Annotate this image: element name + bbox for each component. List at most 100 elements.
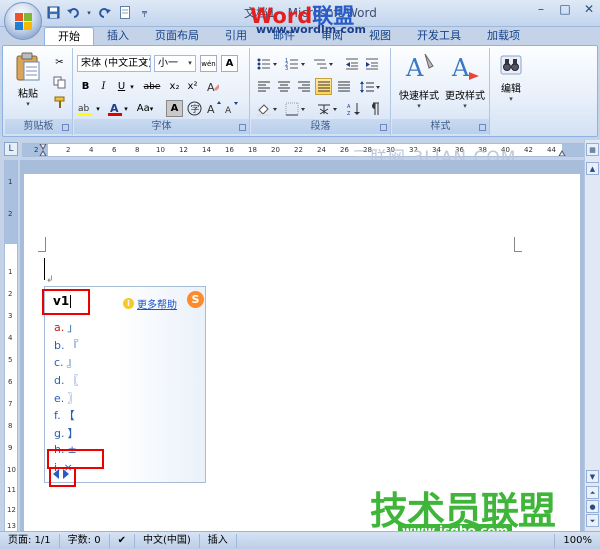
strikethrough-button[interactable]: abe bbox=[140, 78, 164, 95]
list-item[interactable]: a.」 bbox=[54, 319, 78, 337]
show-marks-icon[interactable] bbox=[365, 100, 382, 117]
save-icon[interactable] bbox=[46, 5, 61, 20]
group-editing: 编辑 ▾ bbox=[491, 48, 531, 135]
grow-font-icon[interactable]: A bbox=[206, 100, 223, 117]
highlight-icon[interactable]: ab bbox=[77, 100, 94, 117]
tab-references[interactable]: 引用 bbox=[212, 27, 260, 46]
redo-icon[interactable] bbox=[97, 5, 112, 20]
browse-object-icon[interactable]: ● bbox=[586, 500, 599, 513]
underline-dropdown-icon[interactable]: ▾ bbox=[128, 78, 136, 95]
svg-text:A: A bbox=[347, 104, 351, 110]
cut-icon[interactable]: ✂ bbox=[51, 54, 68, 71]
change-styles-icon: A bbox=[451, 54, 479, 82]
font-color-icon[interactable]: A bbox=[106, 100, 123, 117]
status-insert-mode[interactable]: 插入 bbox=[200, 533, 237, 548]
list-item[interactable]: b. 『 bbox=[54, 337, 78, 355]
list-item[interactable]: f. 【 bbox=[54, 407, 78, 425]
list-item[interactable]: e. 〗 bbox=[54, 390, 78, 408]
line-spacing-icon[interactable] bbox=[357, 78, 383, 95]
shading-icon[interactable] bbox=[255, 100, 281, 117]
font-color-dropdown-icon[interactable]: ▾ bbox=[122, 100, 130, 117]
copy-icon[interactable] bbox=[51, 74, 68, 91]
font-launcher-icon[interactable] bbox=[239, 124, 246, 131]
char-shading-button[interactable]: A bbox=[166, 100, 183, 117]
next-page-icon[interactable]: ⏷ bbox=[586, 514, 599, 527]
subscript-button[interactable]: x₂ bbox=[166, 78, 183, 95]
status-page[interactable]: 页面: 1/1 bbox=[0, 533, 60, 548]
quick-styles-button[interactable]: A 快速样式 ▾ bbox=[396, 52, 442, 110]
italic-button[interactable]: I bbox=[95, 78, 112, 95]
ruler-toggle-icon[interactable]: ▦ bbox=[586, 143, 599, 156]
status-words[interactable]: 字数: 0 bbox=[60, 533, 110, 548]
list-item[interactable]: c.』 bbox=[54, 354, 78, 372]
tab-addins[interactable]: 加载项 bbox=[474, 27, 533, 46]
crop-mark-top-right bbox=[514, 237, 522, 252]
change-styles-button[interactable]: A 更改样式 ▾ bbox=[442, 52, 488, 110]
phonetic-guide-button[interactable]: wén bbox=[200, 55, 217, 72]
undo-icon[interactable] bbox=[66, 5, 81, 20]
svg-text:3: 3 bbox=[285, 66, 288, 71]
increase-indent-icon[interactable] bbox=[363, 55, 380, 72]
list-item[interactable]: g.】 bbox=[54, 425, 78, 443]
distributed-icon[interactable] bbox=[335, 78, 352, 95]
customize-qat-icon[interactable]: ╤ bbox=[137, 5, 152, 20]
group-paragraph: 123 A Z 段落 bbox=[251, 48, 391, 135]
proofing-icon[interactable]: ✔ bbox=[110, 533, 135, 548]
align-center-icon[interactable] bbox=[275, 78, 292, 95]
paste-button[interactable]: 粘贴 ▾ bbox=[9, 52, 47, 108]
tab-page-layout[interactable]: 页面布局 bbox=[142, 27, 212, 46]
enclose-char-icon[interactable]: 字 bbox=[186, 100, 203, 117]
sort-icon[interactable]: AZ bbox=[345, 100, 362, 117]
maximize-button[interactable]: □ bbox=[558, 2, 572, 16]
svg-text:A: A bbox=[207, 81, 215, 94]
tab-developer[interactable]: 开发工具 bbox=[404, 27, 474, 46]
vertical-ruler[interactable]: 1 2 1 2 3 4 5 6 7 8 9 10 11 12 13 bbox=[4, 160, 18, 532]
bullets-icon[interactable] bbox=[255, 55, 281, 72]
svg-text:A: A bbox=[207, 103, 215, 116]
font-name-select[interactable]: 宋体 (中文正文) ▾ bbox=[77, 55, 151, 72]
tab-home[interactable]: 开始 bbox=[44, 27, 94, 46]
info-icon: i bbox=[123, 298, 134, 309]
char-border-button[interactable]: A bbox=[221, 55, 238, 72]
decrease-indent-icon[interactable] bbox=[343, 55, 360, 72]
ime-help-link[interactable]: i 更多帮助 bbox=[123, 296, 177, 311]
highlight-dropdown-icon[interactable]: ▾ bbox=[94, 100, 102, 117]
close-button[interactable]: ✕ bbox=[582, 2, 596, 16]
styles-launcher-icon[interactable] bbox=[479, 124, 486, 131]
clipboard-launcher-icon[interactable] bbox=[62, 124, 69, 131]
editing-button[interactable]: 编辑 ▾ bbox=[496, 54, 526, 103]
tab-insert[interactable]: 插入 bbox=[94, 27, 142, 46]
status-zoom[interactable]: 100% bbox=[554, 533, 600, 548]
list-item[interactable]: d. 〖 bbox=[54, 372, 78, 390]
bold-button[interactable]: B bbox=[77, 78, 94, 95]
scroll-down-icon[interactable]: ▼ bbox=[586, 470, 599, 483]
watermark-url: www.wordlm.com bbox=[256, 23, 366, 36]
paragraph-mark: ↲ bbox=[46, 275, 54, 285]
superscript-button[interactable]: x² bbox=[184, 78, 201, 95]
borders-icon[interactable] bbox=[283, 100, 309, 117]
numbering-icon[interactable]: 123 bbox=[283, 55, 309, 72]
change-case-button[interactable]: Aa ▾ bbox=[134, 100, 156, 117]
tab-selector[interactable]: L bbox=[4, 142, 18, 156]
font-size-select[interactable]: 小一 ▾ bbox=[154, 55, 196, 72]
office-button[interactable] bbox=[4, 2, 42, 40]
svg-text:ab: ab bbox=[78, 104, 90, 114]
prev-page-icon[interactable]: ⏶ bbox=[586, 486, 599, 499]
vertical-scrollbar[interactable]: ▦ ▲ ▼ ⏶ ● ⏷ bbox=[584, 140, 600, 531]
minimize-button[interactable]: – bbox=[534, 2, 548, 16]
clear-formatting-icon[interactable]: A bbox=[204, 78, 221, 95]
undo-dropdown-icon[interactable]: ▾ bbox=[86, 5, 92, 20]
status-language[interactable]: 中文(中国) bbox=[135, 533, 200, 548]
highlight-box-input bbox=[42, 289, 90, 315]
scroll-up-icon[interactable]: ▲ bbox=[586, 162, 599, 175]
align-left-icon[interactable] bbox=[255, 78, 272, 95]
format-painter-icon[interactable] bbox=[51, 94, 68, 111]
align-right-icon[interactable] bbox=[295, 78, 312, 95]
multilevel-list-icon[interactable] bbox=[311, 55, 337, 72]
shrink-font-icon[interactable]: A bbox=[224, 100, 241, 117]
paragraph-launcher-icon[interactable] bbox=[380, 124, 387, 131]
sogou-logo-icon: S bbox=[187, 291, 204, 308]
new-document-icon[interactable] bbox=[117, 5, 132, 20]
justify-icon[interactable] bbox=[315, 78, 332, 95]
chinese-layout-icon[interactable] bbox=[315, 100, 341, 117]
